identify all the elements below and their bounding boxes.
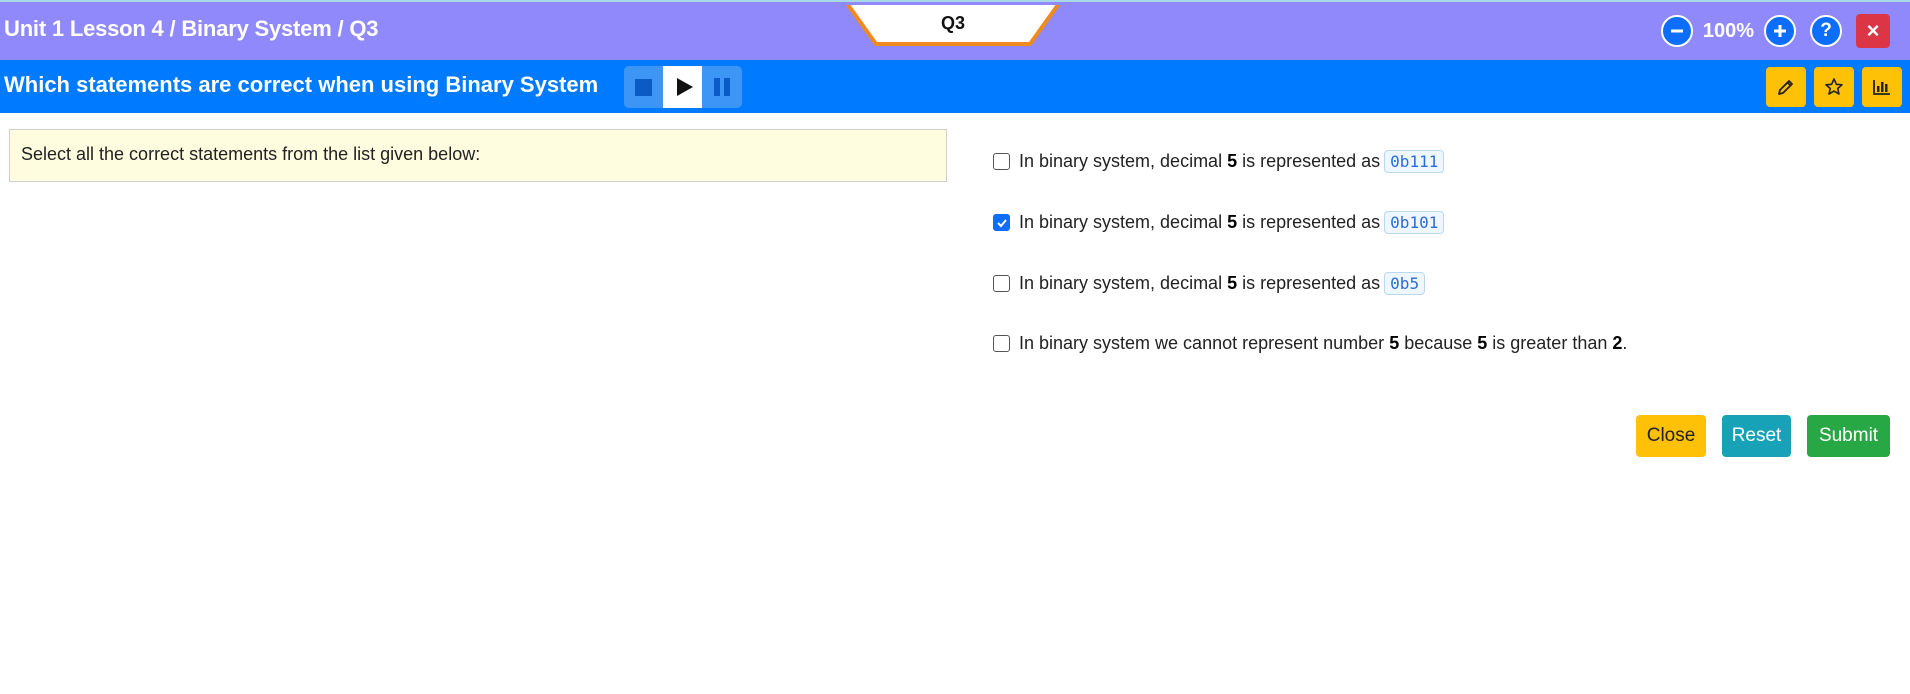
option-4-number-1: 5 [1389,333,1400,353]
option-text-prefix: In binary system, decimal [1019,151,1223,171]
option-number: 5 [1227,273,1238,293]
stats-button[interactable] [1862,67,1902,107]
instruction-box: Select all the correct statements from t… [9,129,947,182]
option-code: 0b101 [1384,211,1445,234]
option-2[interactable]: In binary system, decimal 5 is represent… [993,211,1445,234]
option-text-middle: is represented as [1242,151,1381,171]
media-controls [624,66,742,108]
question-mark-icon: ? [1820,20,1832,41]
option-4-text-3: is greater than [1492,333,1608,353]
option-4-text-1: In binary system we cannot represent num… [1019,333,1385,353]
option-4-number-3: 2 [1612,333,1623,353]
play-button[interactable] [663,66,702,108]
zoom-in-button[interactable] [1764,15,1796,47]
option-1[interactable]: In binary system, decimal 5 is represent… [993,150,1445,173]
instruction-text: Select all the correct statements from t… [21,144,481,164]
plus-icon [1774,25,1786,37]
reset-button[interactable]: Reset [1722,415,1791,457]
option-1-checkbox[interactable] [993,153,1010,170]
option-text-prefix: In binary system, decimal [1019,212,1223,232]
option-4-text-2: because [1404,333,1473,353]
option-4-number-2: 5 [1477,333,1488,353]
option-number: 5 [1227,212,1238,232]
bar-chart-icon [1873,80,1890,95]
tool-buttons [1766,67,1902,107]
option-4-period: . [1622,333,1628,353]
top-header: Unit 1 Lesson 4 / Binary System / Q3 Q3 … [0,0,1910,60]
pencil-button[interactable] [1766,67,1806,107]
option-3[interactable]: In binary system, decimal 5 is represent… [993,272,1426,295]
option-2-checkbox[interactable] [993,214,1010,231]
question-bar: Which statements are correct when using … [0,60,1910,113]
close-window-button[interactable]: × [1856,14,1890,48]
option-text-prefix: In binary system, decimal [1019,273,1223,293]
stop-icon [635,78,652,96]
help-button[interactable]: ? [1810,15,1842,47]
breadcrumb: Unit 1 Lesson 4 / Binary System / Q3 [4,16,379,41]
close-button[interactable]: Close [1636,415,1706,457]
pause-icon [713,78,730,96]
minus-icon [1670,29,1683,33]
option-code: 0b111 [1384,150,1445,173]
option-code: 0b5 [1384,272,1426,295]
question-title: Which statements are correct when using … [4,72,599,97]
zoom-out-button[interactable] [1660,15,1693,47]
pencil-icon [1778,80,1793,95]
stop-button[interactable] [624,66,663,108]
option-number: 5 [1227,151,1238,171]
close-icon: × [1866,18,1880,43]
checkmark-icon [996,218,1007,227]
option-4[interactable]: In binary system we cannot represent num… [993,333,1627,354]
option-4-checkbox[interactable] [993,335,1010,352]
question-tab-label: Q3 [940,13,965,33]
pause-button[interactable] [702,66,741,108]
option-text-middle: is represented as [1242,273,1381,293]
submit-button[interactable]: Submit [1807,415,1890,457]
play-icon [676,78,693,96]
zoom-controls: 100% ? × [1660,14,1890,48]
star-button[interactable] [1814,67,1854,107]
action-buttons: Close Reset Submit [1636,415,1890,457]
question-tab[interactable]: Q3 [846,2,1060,46]
zoom-level: 100% [1702,19,1754,42]
star-icon [1825,78,1843,95]
option-text-middle: is represented as [1242,212,1381,232]
option-3-checkbox[interactable] [993,275,1010,292]
